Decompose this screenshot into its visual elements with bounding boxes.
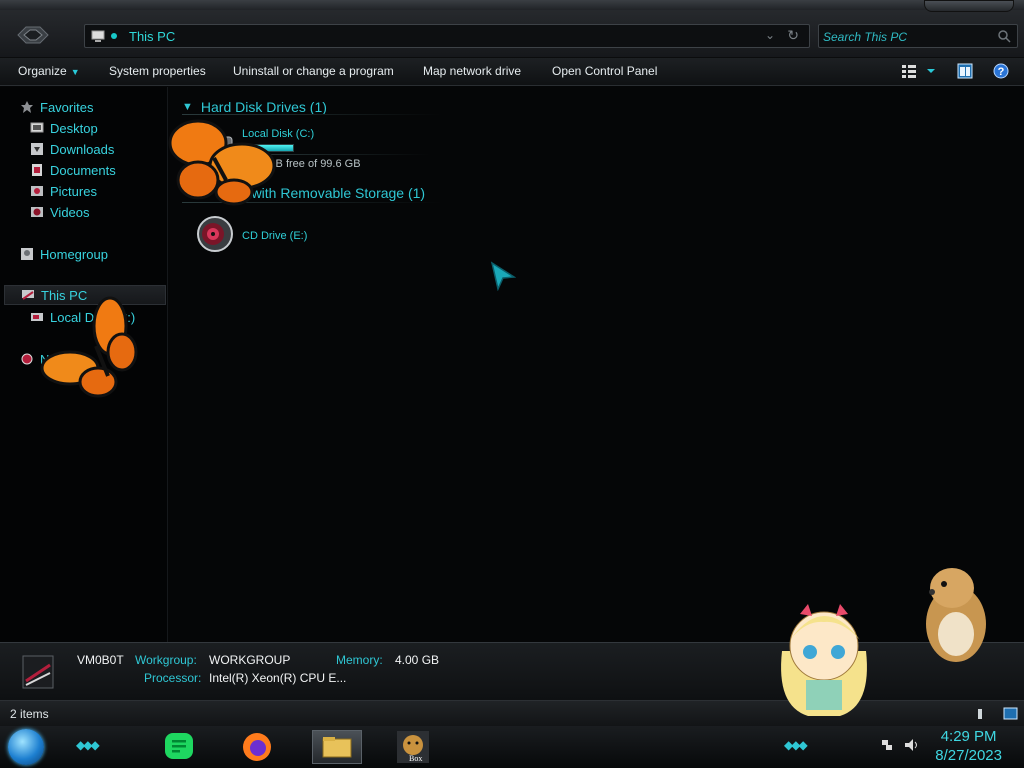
back-forward-button[interactable] bbox=[14, 22, 52, 48]
window-frame bbox=[0, 0, 1024, 10]
nav-label: Homegroup bbox=[40, 246, 108, 262]
taskbar-decoration-icon: ◆◆◆ bbox=[76, 738, 100, 752]
view-options-button[interactable] bbox=[902, 63, 936, 84]
butterfly-icon bbox=[40, 296, 138, 398]
cd-drive-item[interactable] bbox=[196, 215, 234, 253]
memory-label: Memory: bbox=[336, 653, 383, 667]
disk-free-space: GB free of 99.6 GB bbox=[267, 158, 361, 170]
view-list-icon bbox=[902, 65, 935, 78]
nav-label: Videos bbox=[50, 204, 90, 220]
address-bar[interactable]: This PC ⌄ ↻ bbox=[84, 24, 810, 48]
search-icon[interactable] bbox=[997, 29, 1011, 43]
computer-icon bbox=[22, 290, 34, 300]
view-mode-icon[interactable] bbox=[978, 707, 1018, 721]
pictures-icon bbox=[31, 186, 43, 196]
file-explorer-taskbar-button[interactable] bbox=[312, 730, 362, 764]
nav-item-documents[interactable]: Documents bbox=[30, 160, 116, 180]
clock-time: 4:29 PM bbox=[940, 728, 997, 745]
nav-label: Downloads bbox=[50, 141, 115, 157]
breadcrumb-separator-icon bbox=[111, 33, 117, 39]
search-input[interactable] bbox=[823, 28, 993, 45]
processor-value: Intel(R) Xeon(R) CPU E... bbox=[209, 671, 347, 685]
workgroup-label: Workgroup: bbox=[135, 653, 197, 667]
nav-item-homegroup[interactable]: Homegroup bbox=[20, 244, 108, 264]
search-box[interactable] bbox=[818, 24, 1018, 48]
network-icon[interactable] bbox=[880, 738, 894, 752]
firefox-icon[interactable] bbox=[240, 730, 274, 764]
system-properties-button[interactable]: System properties bbox=[109, 64, 206, 78]
memory-value: 4.00 GB bbox=[395, 653, 440, 667]
nav-item-downloads[interactable]: Downloads bbox=[30, 139, 114, 159]
item-count: 2 items bbox=[10, 707, 49, 721]
title-bar: This PC ⌄ ↻ bbox=[0, 0, 1024, 58]
open-control-panel-button[interactable]: Open Control Panel bbox=[552, 64, 657, 78]
map-network-drive-button[interactable]: Map network drive bbox=[423, 64, 521, 78]
nav-label: Desktop bbox=[50, 120, 98, 136]
butterfly-icon bbox=[168, 119, 276, 206]
volume-icon[interactable] bbox=[904, 738, 918, 752]
nav-label: Favorites bbox=[40, 99, 94, 115]
clock-date: 8/27/2023 bbox=[935, 747, 1002, 764]
videos-icon bbox=[31, 207, 43, 217]
refresh-icon[interactable]: ↻ bbox=[787, 27, 799, 44]
chevron-down-icon[interactable]: ⌄ bbox=[765, 28, 775, 42]
computer-name: VM0B0T bbox=[77, 653, 124, 667]
cartoon-girl-icon bbox=[781, 604, 867, 716]
nav-label: Documents bbox=[50, 162, 116, 178]
organize-label: Organize bbox=[18, 64, 67, 78]
organize-button[interactable]: Organize ▼ bbox=[18, 64, 80, 78]
svg-text:?: ? bbox=[998, 66, 1005, 78]
folder-icon bbox=[322, 737, 352, 758]
nav-item-desktop[interactable]: Desktop bbox=[30, 118, 98, 138]
nav-item-pictures[interactable]: Pictures bbox=[30, 181, 97, 201]
network-icon bbox=[21, 353, 33, 365]
nav-item-favorites[interactable]: Favorites bbox=[20, 97, 93, 117]
breadcrumb-location[interactable]: This PC bbox=[129, 29, 175, 44]
downloads-icon bbox=[31, 143, 43, 155]
cd-drive-icon bbox=[197, 216, 233, 252]
box-app-label: Box bbox=[409, 754, 423, 763]
chevron-down-icon: ▼ bbox=[70, 67, 80, 77]
workgroup-value: WORKGROUP bbox=[209, 653, 291, 667]
back-forward-icon bbox=[17, 26, 49, 44]
box-app-button[interactable]: Box bbox=[396, 730, 432, 764]
mouse-pointer-icon bbox=[490, 261, 516, 291]
processor-label: Processor: bbox=[144, 671, 202, 685]
system-clock[interactable]: 4:29 PM 8/27/2023 bbox=[935, 727, 1002, 765]
preview-pane-button[interactable] bbox=[957, 63, 973, 84]
file-list-area[interactable]: ▼ Hard Disk Drives (1) Local Disk (C:) G… bbox=[170, 87, 1024, 642]
help-button[interactable]: ? bbox=[993, 63, 1009, 84]
desktop-icon bbox=[30, 122, 44, 133]
chat-app-icon[interactable] bbox=[162, 730, 196, 764]
taskbar: ◆◆◆ Box ◆◆◆ 4:29 PM 8/27/2023 bbox=[0, 726, 1024, 768]
help-icon: ? bbox=[993, 63, 1009, 79]
cd-drive-label[interactable]: CD Drive (E:) bbox=[242, 230, 307, 242]
hamster-icon bbox=[926, 568, 986, 662]
start-button[interactable] bbox=[8, 729, 44, 765]
uninstall-program-button[interactable]: Uninstall or change a program bbox=[233, 64, 394, 78]
taskbar-decoration-icon: ◆◆◆ bbox=[784, 738, 808, 752]
computer-icon bbox=[91, 30, 105, 42]
window-controls[interactable] bbox=[924, 0, 1014, 12]
nav-label: Pictures bbox=[50, 183, 97, 199]
preview-pane-icon bbox=[957, 63, 973, 79]
computer-icon bbox=[22, 655, 54, 689]
homegroup-icon bbox=[21, 248, 33, 260]
nav-item-videos[interactable]: Videos bbox=[30, 202, 90, 222]
documents-icon bbox=[32, 164, 42, 176]
star-icon bbox=[21, 101, 33, 113]
command-bar: Organize ▼ System properties Uninstall or… bbox=[0, 58, 1024, 86]
